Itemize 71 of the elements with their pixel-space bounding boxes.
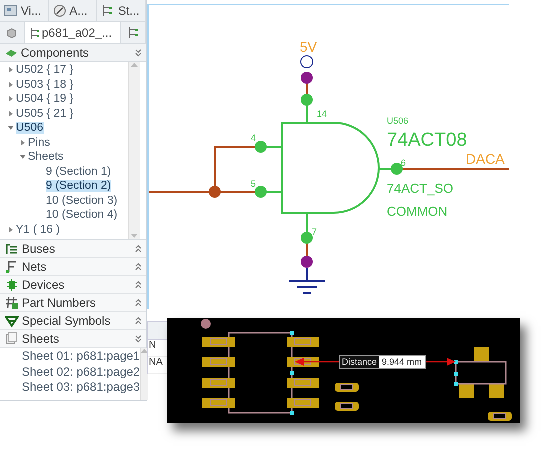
scroll-up-icon [141, 348, 148, 353]
tree-item[interactable]: Y1 ( 16 ) [16, 224, 60, 236]
expander-icon[interactable] [8, 110, 14, 117]
pin-number: 4 [251, 133, 256, 143]
tree-icon [127, 26, 139, 40]
tree-icon [29, 26, 39, 38]
table-cell: N [149, 340, 156, 351]
expand-icon[interactable] [135, 298, 142, 306]
connector-dot [301, 72, 313, 84]
expander-icon[interactable] [8, 67, 14, 74]
measure-label: Distance [340, 356, 380, 368]
variant-label: COMMON [387, 204, 448, 219]
triangle-icon [5, 314, 19, 328]
tree-item[interactable]: Pins [28, 136, 50, 149]
pin-dot [301, 94, 313, 106]
net-icon [5, 260, 19, 274]
net-label: DACA [466, 151, 505, 167]
connector-dot [301, 256, 313, 268]
power-symbol [300, 56, 314, 68]
tree-item[interactable]: U506 [16, 122, 44, 134]
pin-number: 14 [317, 109, 328, 119]
expander-icon[interactable] [8, 96, 14, 102]
power-label: 5V [300, 39, 318, 55]
tree-item[interactable]: U503 { 18 } [16, 78, 74, 91]
and-gate-symbol[interactable] [281, 122, 380, 214]
tree-item[interactable]: Sheets [28, 151, 64, 164]
part-label: 74ACT08 [387, 130, 468, 151]
tree-item[interactable]: 10 (Section 3) [46, 194, 118, 207]
collapse-icon[interactable] [135, 334, 142, 342]
window-icon [4, 4, 18, 18]
document-tab[interactable]: p681_a02_... [25, 22, 121, 43]
expander-icon[interactable] [8, 125, 14, 132]
collapse-icon[interactable] [135, 48, 142, 56]
expand-icon[interactable] [135, 316, 142, 324]
scrollbar[interactable] [128, 62, 140, 239]
cube-icon [6, 26, 18, 38]
expand-icon[interactable] [135, 262, 142, 270]
pin-number: 6 [401, 158, 406, 168]
pin-dot [255, 186, 267, 198]
bus-icon [5, 242, 19, 256]
ground-symbol [288, 267, 326, 294]
expander-icon[interactable] [8, 82, 14, 88]
expand-icon[interactable] [135, 244, 142, 252]
package-label: 74ACT_SO [387, 181, 454, 196]
section-title: Components [21, 46, 90, 60]
reference-label: U506 [387, 116, 409, 126]
expander-icon[interactable] [20, 140, 26, 146]
pin-dot [255, 141, 267, 153]
sheet-item[interactable]: Sheet 02: p681:page2 [22, 364, 140, 380]
tree-item[interactable]: U502 { 17 } [16, 64, 74, 76]
expander-icon[interactable] [20, 154, 26, 160]
hash-icon [5, 296, 19, 310]
sheet-item[interactable]: Sheet 01: p681:page1 [22, 349, 140, 364]
pin-dot [391, 163, 403, 175]
tree-item[interactable]: U504 { 19 } [16, 93, 74, 106]
pin-dot [301, 232, 313, 244]
measure-value: 9.944 mm [381, 356, 424, 368]
sheet-item[interactable]: Sheet 03: p681:page3 [22, 380, 140, 396]
pin-number: 5 [251, 179, 256, 189]
junction-dot [209, 186, 221, 198]
pencil-icon [52, 4, 67, 18]
tree-item[interactable]: 9 (Section 1) [46, 166, 112, 178]
table-cell: NA [149, 357, 163, 368]
pin-number: 7 [312, 227, 318, 237]
tree-item[interactable]: 9 (Section 2) [46, 180, 112, 192]
expand-icon[interactable] [135, 280, 142, 288]
panel-tab[interactable]: A... [48, 0, 98, 21]
tree-item[interactable]: U505 { 21 } [16, 108, 74, 120]
scrollbar[interactable] [140, 348, 148, 400]
tree-item[interactable]: 10 (Section 4) [46, 209, 118, 222]
expander-icon[interactable] [8, 226, 14, 233]
